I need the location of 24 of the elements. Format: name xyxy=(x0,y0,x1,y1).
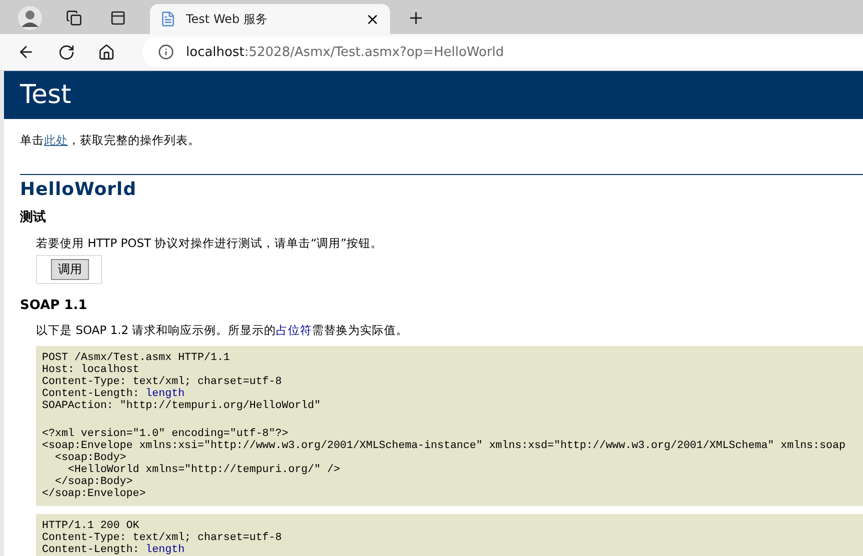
link[interactable]: 此处 xyxy=(44,133,68,147)
collections-icon[interactable] xyxy=(66,10,82,26)
home-icon[interactable] xyxy=(98,44,114,60)
info-icon[interactable] xyxy=(158,44,174,60)
back-icon[interactable] xyxy=(17,43,35,61)
page-icon xyxy=(160,11,176,27)
paragraph: 以下是 SOAP 1.2 请求和响应示例。所显示的占位符需替换为实际值。 xyxy=(36,323,410,338)
url-text: localhost:52028/Asmx/Test.asmx?op=HelloWorld xyxy=(186,44,504,60)
section-heading: 测试 xyxy=(20,209,47,226)
avatar-icon[interactable] xyxy=(18,6,42,30)
browser-tab[interactable]: Test Web 服务 xyxy=(150,4,390,34)
code-block: HTTP/1.1 200 OK Content-Type: text/xml; charset=utf-8 Content-Length: length xyxy=(36,514,863,556)
new-tab-icon[interactable] xyxy=(407,9,425,27)
invoke-button[interactable]: 调用 xyxy=(51,259,89,280)
page-title: Test xyxy=(20,80,72,110)
operation-heading: HelloWorld xyxy=(20,179,138,200)
link[interactable]: 占位符 xyxy=(276,323,312,337)
section-heading: SOAP 1.1 xyxy=(20,298,88,313)
tab-actions-icon[interactable] xyxy=(110,10,126,26)
paragraph: 若要使用 HTTP POST 协议对操作进行测试，请单击“调用”按钮。 xyxy=(36,236,384,251)
code-block: POST /Asmx/Test.asmx HTTP/1.1 Host: localhost Content-Type: text/xml; charset=utf-8 Content-Length: length SOAPAction: "http://tempuri.org/HelloWorld" <?xml version="1.0" encoding="utf-8"?> <soap:Envelope xmlns:xsi="http://www.w3.org/2001/XMLSchema-instance" xmlns:xsd="http://www.w3.org/2001/XMLSchema" xmlns:soap <soap:Body> <HelloWorld xmlns="http://tempuri.org/" /> </soap:Body> </soap:Envelope> xyxy=(36,346,863,506)
paragraph: 单击此处，获取完整的操作列表。 xyxy=(20,133,201,148)
address-field[interactable]: localhost:52028/Asmx/Test.asmx?op=HelloWorld xyxy=(142,37,863,67)
refresh-icon[interactable] xyxy=(58,44,74,60)
